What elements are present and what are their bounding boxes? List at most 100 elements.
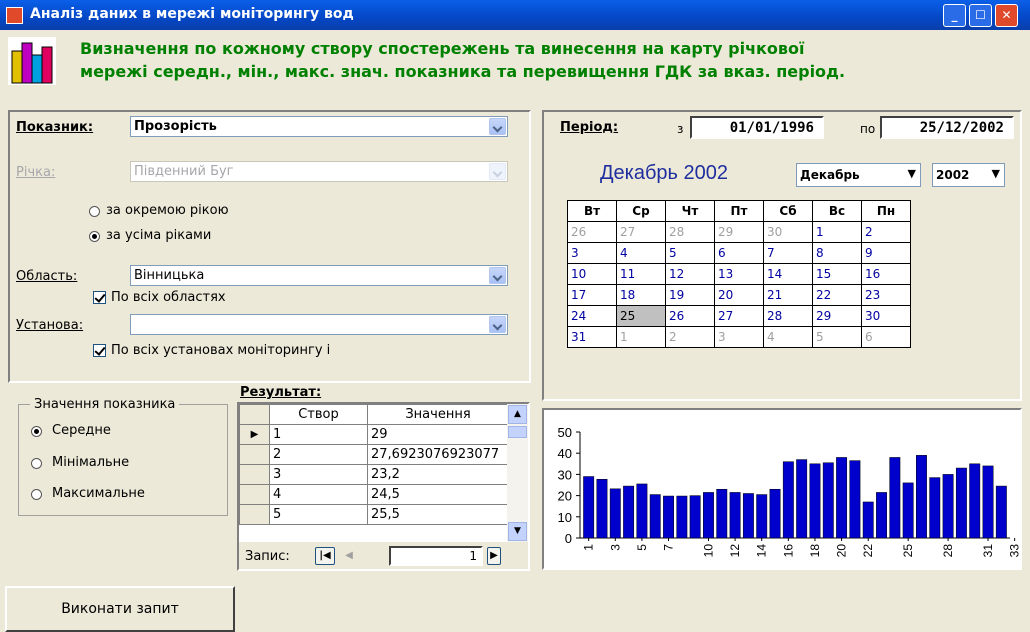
calendar-day[interactable]: 29 — [812, 305, 862, 327]
chevron-down-icon[interactable] — [489, 267, 506, 284]
calendar-week: 3456789 — [567, 242, 911, 264]
calendar-day[interactable]: 11 — [616, 263, 666, 285]
calendar-day[interactable]: 15 — [812, 263, 862, 285]
bar — [876, 492, 887, 539]
calendar-day[interactable]: 21 — [763, 284, 813, 306]
table-row[interactable]: 3 23,2 — [239, 464, 509, 485]
cell-value[interactable]: 25,5 — [367, 504, 509, 525]
chevron-down-icon[interactable]: ▼ — [908, 167, 916, 180]
calendar-day[interactable]: 14 — [763, 263, 813, 285]
cell-stvor[interactable]: 3 — [269, 464, 368, 485]
row-selector[interactable] — [239, 504, 270, 525]
cell-value[interactable]: 27,6923076923077 — [367, 444, 509, 465]
row-selector[interactable] — [239, 484, 270, 505]
calendar-day[interactable]: 3 — [714, 326, 764, 348]
table-row[interactable]: ▶ 1 29 — [239, 424, 509, 445]
all-regions-checkbox[interactable] — [93, 291, 106, 304]
calendar-day[interactable]: 27 — [714, 305, 764, 327]
institution-select[interactable] — [130, 314, 508, 335]
year-select[interactable]: 2002 ▼ — [932, 163, 1005, 187]
calendar-day[interactable]: 26 — [665, 305, 715, 327]
calendar-day[interactable]: 20 — [714, 284, 764, 306]
month-select[interactable]: Декабрь ▼ — [796, 163, 921, 187]
cell-value[interactable]: 24,5 — [367, 484, 509, 505]
header-line-2: мережі середн., мін., макс. знач. показн… — [80, 62, 846, 81]
calendar-day[interactable]: 31 — [567, 326, 617, 348]
calendar-day[interactable]: 30 — [861, 305, 911, 327]
minimize-button[interactable]: _ — [943, 4, 966, 27]
period-to-field[interactable]: 25/12/2002 — [880, 116, 1014, 139]
calendar-day[interactable]: 1 — [616, 326, 666, 348]
table-row[interactable]: 2 27,6923076923077 — [239, 444, 509, 465]
calendar-day[interactable]: 6 — [861, 326, 911, 348]
calendar-day[interactable]: 10 — [567, 263, 617, 285]
cell-stvor[interactable]: 1 — [269, 424, 368, 445]
calendar-day[interactable]: 28 — [763, 305, 813, 327]
calendar-day[interactable]: 4 — [616, 242, 666, 264]
chevron-down-icon[interactable] — [489, 316, 506, 333]
cell-stvor[interactable]: 4 — [269, 484, 368, 505]
all-institutions-checkbox[interactable] — [93, 344, 106, 357]
radio-maximum[interactable] — [31, 489, 42, 500]
record-number-field[interactable]: 1 — [389, 546, 483, 566]
row-selector[interactable]: ▶ — [239, 424, 270, 445]
run-query-button[interactable]: Виконати запит — [5, 586, 235, 632]
calendar-day[interactable]: 1 — [812, 221, 862, 243]
calendar-day[interactable]: 6 — [714, 242, 764, 264]
calendar-day[interactable]: 3 — [567, 242, 617, 264]
row-selector[interactable] — [239, 444, 270, 465]
calendar-day[interactable]: 13 — [714, 263, 764, 285]
scroll-down-icon[interactable]: ▼ — [508, 522, 527, 541]
table-row[interactable]: 4 24,5 — [239, 484, 509, 505]
calendar-day[interactable]: 7 — [763, 242, 813, 264]
scroll-thumb[interactable] — [508, 426, 527, 438]
prev-record-icon[interactable]: ◀ — [339, 547, 359, 565]
table-row[interactable]: 5 25,5 — [239, 504, 509, 525]
calendar-day[interactable]: 30 — [763, 221, 813, 243]
calendar-day[interactable]: 17 — [567, 284, 617, 306]
next-record-icon[interactable]: ▶ — [487, 547, 501, 565]
radio-minimum[interactable] — [31, 458, 42, 469]
calendar-day[interactable]: 23 — [861, 284, 911, 306]
period-from-field[interactable]: 01/01/1996 — [690, 116, 824, 139]
cell-stvor[interactable]: 2 — [269, 444, 368, 465]
calendar-day[interactable]: 5 — [812, 326, 862, 348]
river-select[interactable]: Південний Буг — [130, 161, 508, 182]
calendar-day[interactable]: 29 — [714, 221, 764, 243]
chevron-down-icon[interactable]: ▼ — [992, 167, 1000, 180]
chevron-down-icon[interactable] — [489, 118, 506, 135]
cell-value[interactable]: 23,2 — [367, 464, 509, 485]
first-record-icon[interactable]: |◀ — [315, 547, 335, 565]
region-select[interactable]: Вінницька — [130, 265, 508, 286]
grid-scrollbar[interactable]: ▲ ▼ — [507, 404, 528, 542]
cell-stvor[interactable]: 5 — [269, 504, 368, 525]
calendar-day[interactable]: 2 — [861, 221, 911, 243]
calendar-day[interactable]: 8 — [812, 242, 862, 264]
calendar-day[interactable]: 2 — [665, 326, 715, 348]
calendar-day[interactable]: 12 — [665, 263, 715, 285]
calendar-day[interactable]: 24 — [567, 305, 617, 327]
calendar-day[interactable]: 19 — [665, 284, 715, 306]
calendar-day[interactable]: 28 — [665, 221, 715, 243]
calendar-day[interactable]: 9 — [861, 242, 911, 264]
chevron-down-icon[interactable] — [489, 163, 506, 180]
x-tick-label: 33 — [1008, 544, 1020, 558]
calendar-day-selected[interactable]: 25 — [616, 305, 666, 327]
close-button[interactable]: ✕ — [995, 4, 1018, 27]
indicator-select[interactable]: Прозорість — [130, 116, 508, 137]
calendar-day[interactable]: 22 — [812, 284, 862, 306]
calendar-day[interactable]: 26 — [567, 221, 617, 243]
calendar-day[interactable]: 18 — [616, 284, 666, 306]
radio-one-river[interactable] — [89, 206, 100, 217]
maximize-button[interactable]: ☐ — [969, 4, 992, 27]
radio-all-rivers[interactable] — [89, 231, 100, 242]
calendar-day[interactable]: 16 — [861, 263, 911, 285]
calendar-day[interactable]: 5 — [665, 242, 715, 264]
cell-value[interactable]: 29 — [367, 424, 509, 445]
period-from-label: з — [677, 122, 684, 136]
row-selector[interactable] — [239, 464, 270, 485]
calendar-day[interactable]: 27 — [616, 221, 666, 243]
calendar-day[interactable]: 4 — [763, 326, 813, 348]
scroll-up-icon[interactable]: ▲ — [508, 405, 527, 424]
radio-average[interactable] — [31, 426, 42, 437]
